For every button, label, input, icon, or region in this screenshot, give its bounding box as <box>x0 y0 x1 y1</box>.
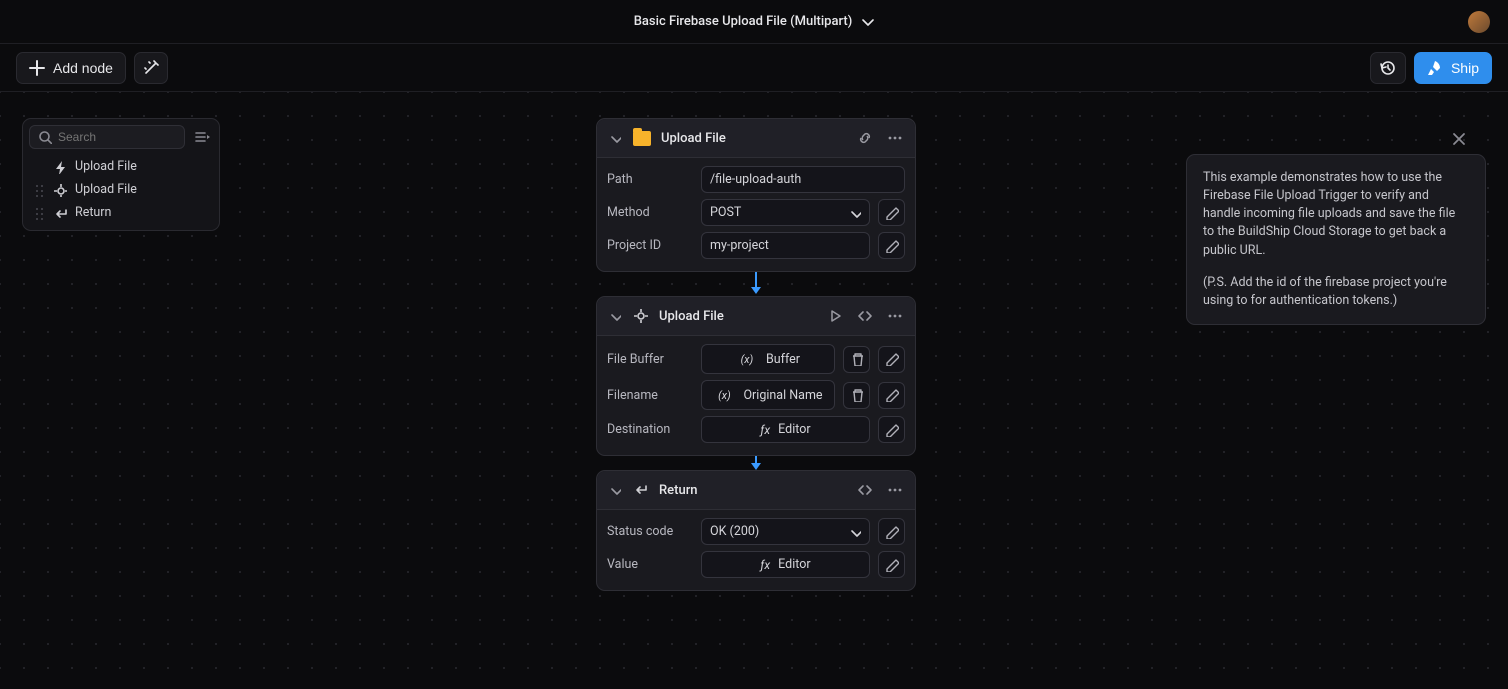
info-panel: This example demonstrates how to use the… <box>1186 154 1486 325</box>
run-button[interactable] <box>825 306 845 326</box>
outline-item-label: Upload File <box>75 182 137 197</box>
outline-search[interactable] <box>29 125 185 149</box>
collapse-toggle[interactable] <box>607 482 623 498</box>
field-label-filename: Filename <box>607 388 693 403</box>
node-icon <box>53 183 67 197</box>
code-button[interactable] <box>855 306 875 326</box>
method-select[interactable]: POST <box>701 199 870 226</box>
node-return[interactable]: Return Status code OK (200) Value ƒx Edi… <box>596 470 916 591</box>
edit-method-button[interactable] <box>878 199 905 226</box>
edit-buffer-button[interactable] <box>878 346 905 373</box>
path-input[interactable]: /file-upload-auth <box>701 166 905 193</box>
project-input[interactable]: my-project <box>701 232 870 259</box>
plus-icon <box>29 60 45 76</box>
return-icon <box>633 482 649 498</box>
node-title: Upload File <box>661 131 845 146</box>
more-button[interactable] <box>885 128 905 148</box>
node-header[interactable]: Return <box>597 471 915 510</box>
node-icon <box>633 308 649 324</box>
node-header[interactable]: Upload File <box>597 119 915 158</box>
link-button[interactable] <box>855 128 875 148</box>
filename-value: Original Name <box>743 388 822 403</box>
node-header[interactable]: Upload File <box>597 297 915 336</box>
field-label-path: Path <box>607 172 693 187</box>
history-button[interactable] <box>1370 52 1406 84</box>
ship-button[interactable]: Ship <box>1414 52 1492 84</box>
filename-input[interactable]: (x) Original Name <box>701 380 835 410</box>
node-trigger[interactable]: Upload File Path /file-upload-auth Metho… <box>596 118 916 272</box>
close-info-button[interactable] <box>1446 126 1472 152</box>
collapse-icon <box>194 130 210 144</box>
variable-icon: (x) <box>713 386 735 404</box>
folder-icon <box>633 131 651 146</box>
avatar[interactable] <box>1468 11 1490 33</box>
wand-icon <box>143 60 159 76</box>
edit-value-button[interactable] <box>878 551 905 578</box>
info-paragraph-1: This example demonstrates how to use the… <box>1203 169 1469 260</box>
more-button[interactable] <box>885 480 905 500</box>
ship-label: Ship <box>1451 60 1479 76</box>
history-icon <box>1379 60 1397 76</box>
bolt-icon <box>53 160 67 174</box>
field-label-status: Status code <box>607 524 693 539</box>
outline-panel: Upload File Upload File Return <box>22 118 220 231</box>
chevron-down-icon <box>860 15 874 29</box>
chevron-down-icon <box>849 207 861 219</box>
buffer-input[interactable]: (x) Buffer <box>701 344 835 374</box>
app-header: Basic Firebase Upload File (Multipart) <box>0 0 1508 44</box>
value-value: Editor <box>778 557 810 572</box>
outline-item-return[interactable]: Return <box>23 201 219 224</box>
chevron-down-icon <box>849 526 861 538</box>
edit-project-button[interactable] <box>878 232 905 259</box>
outline-item-trigger[interactable]: Upload File <box>23 155 219 178</box>
search-icon <box>38 130 52 144</box>
path-value: /file-upload-auth <box>710 172 801 187</box>
outline-collapse-button[interactable] <box>191 126 213 148</box>
fx-icon: ƒx <box>760 558 770 572</box>
return-icon <box>53 206 67 220</box>
info-paragraph-2: (P.S. Add the id of the firebase project… <box>1203 274 1469 310</box>
drag-handle-icon[interactable] <box>33 183 45 197</box>
status-select[interactable]: OK (200) <box>701 518 870 545</box>
field-label-project: Project ID <box>607 238 693 253</box>
field-label-method: Method <box>607 205 693 220</box>
method-value: POST <box>710 205 741 220</box>
fx-icon: ƒx <box>760 423 770 437</box>
value-input[interactable]: ƒx Editor <box>701 551 870 578</box>
node-upload[interactable]: Upload File File Buffer (x) Buffer Filen… <box>596 296 916 456</box>
edit-status-button[interactable] <box>878 518 905 545</box>
rocket-icon <box>1427 60 1443 76</box>
node-title: Return <box>659 483 845 498</box>
status-value: OK (200) <box>710 524 759 539</box>
add-node-button[interactable]: Add node <box>16 52 126 84</box>
code-button[interactable] <box>855 480 875 500</box>
toolbar: Add node Ship <box>0 44 1508 92</box>
buffer-value: Buffer <box>766 352 800 367</box>
search-input[interactable] <box>58 130 176 144</box>
workflow-title-dropdown[interactable]: Basic Firebase Upload File (Multipart) <box>634 14 875 29</box>
clear-buffer-button[interactable] <box>843 346 870 373</box>
field-label-buffer: File Buffer <box>607 352 693 367</box>
collapse-toggle[interactable] <box>607 130 623 146</box>
edit-destination-button[interactable] <box>878 416 905 443</box>
drag-handle-icon[interactable] <box>33 206 45 220</box>
more-button[interactable] <box>885 306 905 326</box>
field-label-destination: Destination <box>607 422 693 437</box>
destination-value: Editor <box>778 422 810 437</box>
node-title: Upload File <box>659 309 815 324</box>
add-node-label: Add node <box>53 60 113 76</box>
project-value: my-project <box>710 238 769 253</box>
field-label-value: Value <box>607 557 693 572</box>
clear-filename-button[interactable] <box>843 382 870 409</box>
destination-input[interactable]: ƒx Editor <box>701 416 870 443</box>
close-icon <box>1451 131 1467 147</box>
edit-filename-button[interactable] <box>878 382 905 409</box>
outline-item-upload[interactable]: Upload File <box>23 178 219 201</box>
collapse-toggle[interactable] <box>607 308 623 324</box>
variable-icon: (x) <box>736 350 758 368</box>
outline-item-label: Return <box>75 205 111 220</box>
outline-item-label: Upload File <box>75 159 137 174</box>
magic-wand-button[interactable] <box>134 52 168 84</box>
workflow-title: Basic Firebase Upload File (Multipart) <box>634 14 853 29</box>
